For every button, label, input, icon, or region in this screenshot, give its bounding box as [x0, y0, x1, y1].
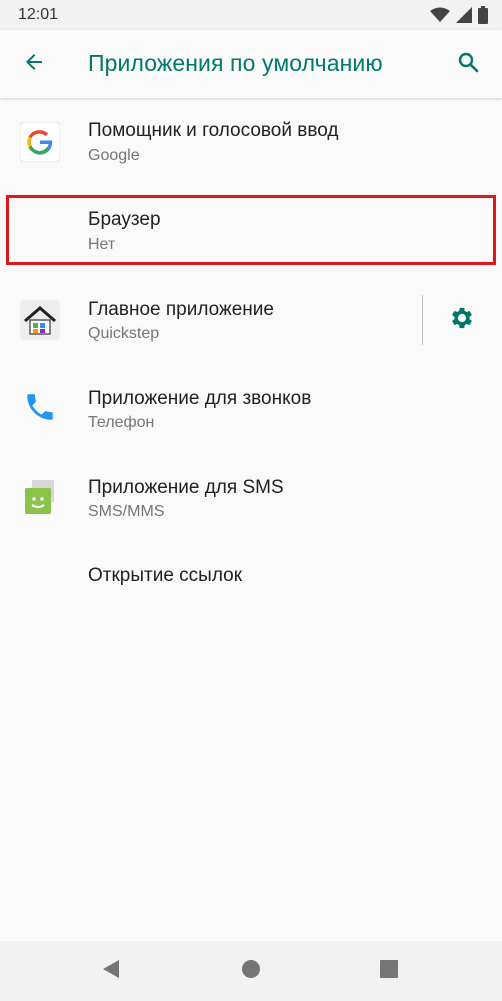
settings-divider [422, 295, 423, 345]
item-title: Приложение для звонков [88, 388, 312, 409]
list-item-calls[interactable]: Приложение для звонков Телефон [0, 377, 502, 443]
item-title: Главное приложение [88, 299, 274, 320]
item-title: Помощник и голосовой ввод [88, 120, 339, 141]
list-item-browser[interactable]: Браузер Нет [0, 200, 502, 262]
status-time: 12:01 [18, 6, 59, 23]
navigation-bar [0, 941, 502, 1001]
item-title: Браузер [88, 209, 161, 230]
item-subtitle: SMS/MMS [88, 503, 165, 520]
item-subtitle: Нет [88, 236, 116, 253]
home-app-settings-button[interactable] [444, 302, 480, 338]
list-item-assistant[interactable]: Помощник и голосовой ввод Google [0, 110, 502, 176]
nav-back-button[interactable] [97, 957, 125, 985]
home-app-icon [18, 298, 62, 342]
item-subtitle: Quickstep [88, 325, 160, 342]
item-subtitle: Google [88, 147, 140, 164]
gear-icon [448, 304, 476, 337]
nav-recents-button[interactable] [375, 957, 403, 985]
item-subtitle: Телефон [88, 414, 155, 431]
wifi-icon [430, 7, 450, 28]
list-item-sms[interactable]: Приложение для SMS SMS/MMS [0, 466, 502, 532]
item-title: Открытие ссылок [88, 565, 243, 586]
page-title: Приложения по умолчанию [88, 50, 383, 76]
square-recents-icon [379, 959, 399, 984]
search-icon [456, 50, 480, 79]
phone-icon [18, 385, 62, 429]
item-title: Приложение для SMS [88, 477, 284, 498]
list-item-home-app[interactable]: Главное приложение Quickstep [0, 288, 502, 354]
google-icon [18, 120, 62, 164]
back-button[interactable] [16, 46, 52, 82]
status-icons [430, 6, 488, 29]
status-bar: 12:01 [0, 0, 502, 30]
battery-icon [478, 6, 488, 29]
list-item-open-links[interactable]: Открытие ссылок [0, 552, 502, 602]
back-arrow-icon [22, 50, 46, 79]
app-bar: Приложения по умолчанию [0, 30, 502, 98]
circle-home-icon [241, 959, 261, 984]
triangle-back-icon [101, 959, 121, 984]
search-button[interactable] [450, 46, 486, 82]
nav-home-button[interactable] [237, 957, 265, 985]
signal-icon [456, 7, 472, 28]
sms-icon [18, 476, 62, 520]
